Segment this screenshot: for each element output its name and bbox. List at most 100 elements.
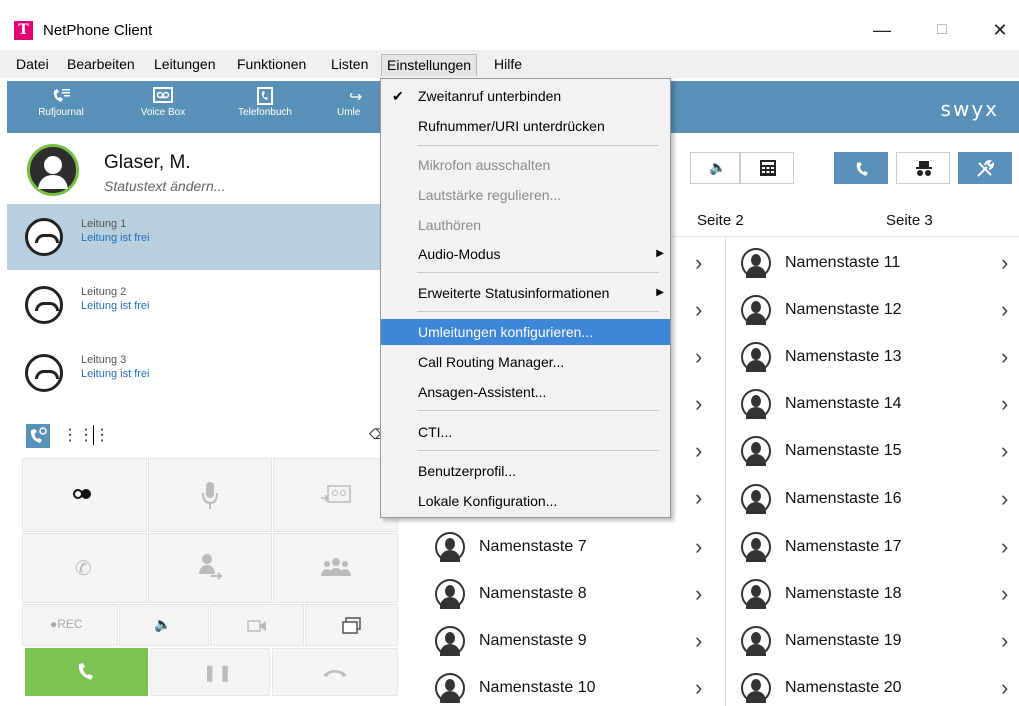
name-key[interactable]: Namenstaste 15 ›: [741, 428, 1017, 474]
menu-item-zweitanruf[interactable]: ✔ Zweitanruf unterbinden: [381, 83, 670, 109]
name-key[interactable]: Namenstaste 18 ›: [741, 571, 1017, 617]
hangup-icon: [25, 218, 63, 256]
menu-hilfe[interactable]: Hilfe: [489, 54, 527, 76]
chevron-right-icon[interactable]: ›: [1001, 250, 1008, 276]
user-avatar[interactable]: [27, 144, 79, 196]
chevron-right-icon[interactable]: ›: [695, 438, 702, 464]
chevron-right-icon[interactable]: ›: [1001, 581, 1008, 607]
keypad-icon[interactable]: ⋮⋮⋮: [62, 424, 110, 448]
menu-bearbeiten[interactable]: Bearbeiten: [62, 54, 140, 76]
menu-leitungen[interactable]: Leitungen: [149, 54, 221, 76]
name-key[interactable]: Namenstaste 11 ›: [741, 240, 1017, 286]
menu-item-cti[interactable]: CTI...: [381, 419, 670, 445]
pickup-button[interactable]: ✆: [22, 533, 147, 603]
toolbar-voicebox-label: Voice Box: [140, 107, 186, 118]
chevron-right-icon[interactable]: ›: [1001, 344, 1008, 370]
name-key[interactable]: Namenstaste 17 ›: [741, 524, 1017, 570]
tab-seite-2[interactable]: Seite 2: [697, 212, 744, 229]
call-pickup-icon: ✆: [75, 558, 92, 580]
phonebook-icon: [257, 87, 273, 105]
chevron-right-icon[interactable]: ›: [1001, 391, 1008, 417]
chevron-right-icon[interactable]: ›: [695, 344, 702, 370]
dial-input-caret[interactable]: [93, 425, 94, 445]
chevron-right-icon[interactable]: ›: [1001, 486, 1008, 512]
menu-item-benutzerprofil[interactable]: Benutzerprofil...: [381, 458, 670, 484]
speaker-button[interactable]: 🔈: [119, 604, 209, 646]
name-key-label: Namenstaste 20: [785, 679, 902, 696]
user-name: Glaser, M.: [104, 152, 191, 173]
menu-item-call-routing[interactable]: Call Routing Manager...: [381, 349, 670, 375]
menu-funktionen[interactable]: Funktionen: [232, 54, 311, 76]
chevron-right-icon[interactable]: ›: [1001, 628, 1008, 654]
name-key[interactable]: Namenstaste 10 ›: [435, 665, 715, 705]
name-key[interactable]: Namenstaste 9 ›: [435, 618, 715, 664]
menu-item-umleitungen[interactable]: Umleitungen konfigurieren...: [381, 319, 670, 345]
hangup-icon: [25, 286, 63, 324]
chevron-right-icon[interactable]: ›: [695, 675, 702, 701]
menu-item-erweiterte-status[interactable]: Erweiterte Statusinformationen ▶: [381, 280, 670, 306]
person-icon: [435, 579, 465, 609]
chevron-right-icon[interactable]: ›: [695, 485, 702, 511]
telekom-logo: T: [14, 21, 33, 40]
tools-button[interactable]: [958, 152, 1012, 184]
chevron-right-icon[interactable]: ›: [695, 581, 702, 607]
window-button[interactable]: [305, 604, 398, 646]
toolbar-telefonbuch[interactable]: Telefonbuch: [225, 87, 305, 118]
name-key[interactable]: Namenstaste 16 ›: [741, 476, 1017, 522]
chevron-right-icon[interactable]: ›: [695, 628, 702, 654]
toolbar-voicebox[interactable]: Voice Box: [123, 87, 203, 118]
line-2[interactable]: Leitung 2 Leitung ist frei: [7, 272, 415, 338]
hangup-button[interactable]: [272, 648, 398, 696]
name-key[interactable]: Namenstaste 13 ›: [741, 334, 1017, 380]
line-title: Leitung 3: [81, 354, 127, 366]
chevron-right-icon[interactable]: ›: [695, 297, 702, 323]
name-key[interactable]: Namenstaste 12 ›: [741, 287, 1017, 333]
menu-listen[interactable]: Listen: [326, 54, 373, 76]
toolbar-rufjournal[interactable]: Rufjournal: [21, 87, 101, 118]
hold-button[interactable]: ❚❚: [150, 648, 270, 696]
chevron-right-icon[interactable]: ›: [695, 391, 702, 417]
incognito-button[interactable]: [896, 152, 950, 184]
menu-item-ansagen[interactable]: Ansagen-Assistent...: [381, 379, 670, 405]
menu-item-rufnummer[interactable]: Rufnummer/URI unterdrücken: [381, 113, 670, 139]
chevron-right-icon[interactable]: ›: [695, 250, 702, 276]
dial-mode-button[interactable]: [26, 424, 50, 448]
menu-einstellungen[interactable]: Einstellungen: [381, 54, 478, 76]
name-key-label: Namenstaste 17: [785, 538, 902, 555]
phone-icon: [78, 663, 93, 680]
windows-icon: [342, 617, 361, 634]
call-button[interactable]: [25, 648, 148, 696]
name-key[interactable]: Namenstaste 14 ›: [741, 381, 1017, 427]
line-1[interactable]: Leitung 1 Leitung ist frei: [7, 204, 415, 270]
menu-item-label: Lauthören: [418, 217, 482, 233]
conference-button[interactable]: [273, 533, 398, 603]
chevron-right-icon[interactable]: ›: [1001, 675, 1008, 701]
menu-separator: [417, 311, 659, 312]
chevron-right-icon[interactable]: ›: [1001, 297, 1008, 323]
person-icon: [435, 673, 465, 703]
chevron-right-icon[interactable]: ›: [1001, 534, 1008, 560]
record-dot-button[interactable]: [22, 458, 147, 532]
menu-item-audio-modus[interactable]: Audio-Modus ▶: [381, 241, 670, 267]
name-key[interactable]: Namenstaste 8 ›: [435, 571, 715, 617]
record-button[interactable]: ●REC: [22, 604, 118, 646]
tab-seite-3[interactable]: Seite 3: [886, 212, 933, 229]
transfer-button[interactable]: [148, 533, 272, 603]
calculator-button[interactable]: [740, 152, 794, 184]
name-key[interactable]: Namenstaste 19 ›: [741, 618, 1017, 664]
mute-ring-button[interactable]: 🔈: [690, 152, 740, 184]
menu-item-lokale-konfiguration[interactable]: Lokale Konfiguration...: [381, 488, 670, 514]
phone-mode-button[interactable]: [834, 152, 888, 184]
minimize-button[interactable]: —: [870, 18, 894, 42]
close-button[interactable]: ✕: [988, 18, 1012, 42]
microphone-button[interactable]: [148, 458, 272, 532]
chevron-right-icon[interactable]: ›: [1001, 438, 1008, 464]
name-key[interactable]: Namenstaste 7 ›: [435, 524, 715, 570]
chevron-right-icon[interactable]: ›: [695, 534, 702, 560]
line-3[interactable]: Leitung 3 Leitung ist frei: [7, 340, 415, 406]
menu-datei[interactable]: Datei: [11, 54, 54, 76]
user-status-text[interactable]: Statustext ändern...: [104, 178, 225, 194]
video-button[interactable]: [210, 604, 304, 646]
name-key[interactable]: Namenstaste 20 ›: [741, 665, 1017, 705]
maximize-button[interactable]: □: [930, 18, 954, 42]
